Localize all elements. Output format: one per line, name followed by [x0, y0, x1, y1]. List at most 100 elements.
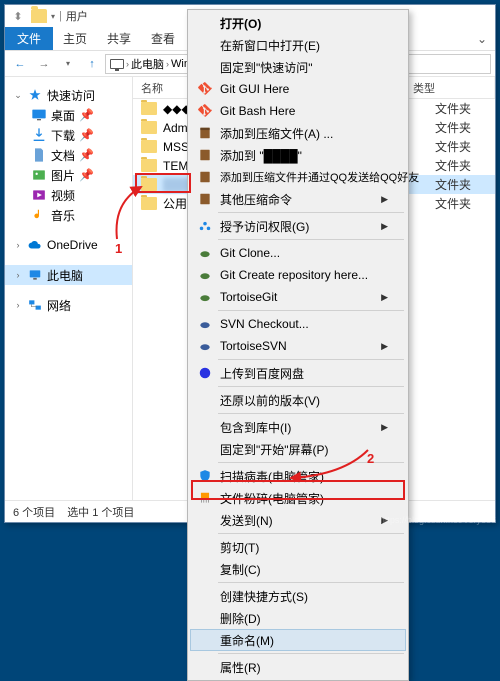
chevron-icon[interactable]: › — [166, 59, 169, 69]
archive-icon — [196, 168, 214, 186]
submenu-arrow-icon: ▶ — [381, 292, 388, 303]
ctx-shortcut[interactable]: 创建快捷方式(S) — [190, 585, 406, 607]
pc-icon — [110, 59, 124, 69]
submenu-arrow-icon: ▶ — [381, 422, 388, 433]
pin-icon: 📌 — [79, 108, 94, 122]
ctx-grant-access[interactable]: 授予访问权限(G)▶ — [190, 215, 406, 237]
titlebar-down[interactable]: ▾ — [51, 12, 55, 21]
ctx-scan-virus[interactable]: 扫描病毒(电脑管家) — [190, 465, 406, 487]
nav-label: 图片 — [51, 167, 75, 184]
ctx-add-zip[interactable]: 添加到压缩文件(A) ... — [190, 122, 406, 144]
file-type: 文件夹 — [435, 138, 495, 155]
ribbon-expand-icon[interactable]: ⌄ — [469, 27, 495, 50]
nav-documents[interactable]: 文档 📌 — [5, 145, 132, 165]
nav-back-icon[interactable]: ← — [9, 53, 31, 75]
separator — [218, 310, 404, 311]
ctx-shred[interactable]: 文件粉碎(电脑管家) — [190, 487, 406, 509]
chevron-right-icon[interactable]: › — [13, 270, 23, 280]
tab-view[interactable]: 查看 — [141, 27, 185, 50]
nav-label: 视频 — [51, 187, 75, 204]
nav-network[interactable]: › 网络 — [5, 295, 132, 315]
folder-icon — [141, 121, 157, 134]
crumb-thispc[interactable]: 此电脑 — [131, 56, 164, 72]
chevron-right-icon[interactable]: › — [13, 240, 23, 250]
ctx-copy[interactable]: 复制(C) — [190, 558, 406, 580]
submenu-arrow-icon: ▶ — [381, 341, 388, 352]
status-count: 6 个项目 — [13, 504, 55, 520]
nav-desktop[interactable]: 桌面 📌 — [5, 105, 132, 125]
ctx-git-gui[interactable]: Git GUI Here — [190, 78, 406, 100]
history-back-icon[interactable]: ⬍ — [9, 7, 27, 25]
pin-icon: 📌 — [79, 148, 94, 162]
submenu-arrow-icon: ▶ — [381, 221, 388, 232]
separator — [218, 212, 404, 213]
ctx-rename[interactable]: 重命名(M) — [190, 629, 406, 651]
video-icon — [31, 187, 47, 203]
nav-videos[interactable]: 视频 — [5, 185, 132, 205]
separator — [218, 653, 404, 654]
nav-label: 快速访问 — [47, 87, 95, 104]
status-selection: 选中 1 个项目 — [67, 504, 134, 520]
chevron-right-icon[interactable]: › — [13, 300, 23, 310]
nav-label: 网络 — [47, 297, 71, 314]
separator — [218, 462, 404, 463]
network-icon — [27, 297, 43, 313]
chevron-icon[interactable]: › — [126, 59, 129, 69]
ctx-svn-checkout[interactable]: SVN Checkout... — [190, 313, 406, 335]
share-icon — [196, 217, 214, 235]
nav-label: 下载 — [51, 127, 75, 144]
ctx-git-create[interactable]: Git Create repository here... — [190, 264, 406, 286]
ctx-pin-quick[interactable]: 固定到"快速访问" — [190, 56, 406, 78]
nav-label: 此电脑 — [47, 267, 83, 284]
shred-icon — [196, 489, 214, 507]
tortoisesvn-icon — [196, 337, 214, 355]
file-type: 文件夹 — [435, 157, 495, 174]
nav-music[interactable]: 音乐 — [5, 205, 132, 225]
ctx-tortoisegit[interactable]: TortoiseGit▶ — [190, 286, 406, 308]
file-type: 文件夹 — [435, 176, 495, 193]
nav-this-pc[interactable]: › 此电脑 — [5, 265, 132, 285]
chevron-down-icon[interactable]: ⌄ — [13, 90, 23, 101]
ctx-open[interactable]: 打开(O) — [190, 12, 406, 34]
ctx-add-zip-named[interactable]: 添加到 "████" — [190, 144, 406, 166]
ctx-other-zip[interactable]: 其他压缩命令▶ — [190, 188, 406, 210]
pin-icon: 📌 — [79, 168, 94, 182]
tortoisegit-icon — [196, 244, 214, 262]
folder-icon — [141, 197, 157, 210]
window-title: 用户 — [66, 8, 88, 24]
ctx-delete[interactable]: 删除(D) — [190, 607, 406, 629]
nav-downloads[interactable]: 下载 📌 — [5, 125, 132, 145]
ctx-prev-versions[interactable]: 还原以前的版本(V) — [190, 389, 406, 411]
nav-pane: ⌄ 快速访问 桌面 📌 下载 📌 文档 📌 图片 — [5, 77, 133, 500]
cloud-icon — [27, 237, 43, 253]
archive-icon — [196, 190, 214, 208]
ctx-git-clone[interactable]: Git Clone... — [190, 242, 406, 264]
nav-recent-icon[interactable]: ▾ — [57, 53, 79, 75]
ctx-properties[interactable]: 属性(R) — [190, 656, 406, 678]
ctx-cut[interactable]: 剪切(T) — [190, 536, 406, 558]
ctx-tortoisesvn[interactable]: TortoiseSVN▶ — [190, 335, 406, 357]
git-icon — [196, 102, 214, 120]
tab-share[interactable]: 共享 — [97, 27, 141, 50]
nav-up-icon[interactable]: ↑ — [81, 53, 103, 75]
ctx-git-bash[interactable]: Git Bash Here — [190, 100, 406, 122]
ctx-include-library[interactable]: 包含到库中(I)▶ — [190, 416, 406, 438]
tab-home[interactable]: 主页 — [53, 27, 97, 50]
baidu-icon — [196, 364, 214, 382]
ctx-pin-start[interactable]: 固定到"开始"屏幕(P) — [190, 438, 406, 460]
ctx-baidu[interactable]: 上传到百度网盘 — [190, 362, 406, 384]
nav-label: OneDrive — [47, 238, 98, 252]
nav-pictures[interactable]: 图片 📌 — [5, 165, 132, 185]
nav-onedrive[interactable]: › OneDrive — [5, 235, 132, 255]
tortoisegit-icon — [196, 288, 214, 306]
nav-label: 桌面 — [51, 107, 75, 124]
archive-icon — [196, 124, 214, 142]
tab-file[interactable]: 文件 — [5, 27, 53, 50]
separator — [218, 239, 404, 240]
ctx-zip-qq[interactable]: 添加到压缩文件并通过QQ发送给QQ好友 — [190, 166, 406, 188]
ctx-send-to[interactable]: 发送到(N)▶ — [190, 509, 406, 531]
document-icon — [31, 147, 47, 163]
nav-label: 文档 — [51, 147, 75, 164]
ctx-open-new-window[interactable]: 在新窗口中打开(E) — [190, 34, 406, 56]
nav-quick-access[interactable]: ⌄ 快速访问 — [5, 85, 132, 105]
